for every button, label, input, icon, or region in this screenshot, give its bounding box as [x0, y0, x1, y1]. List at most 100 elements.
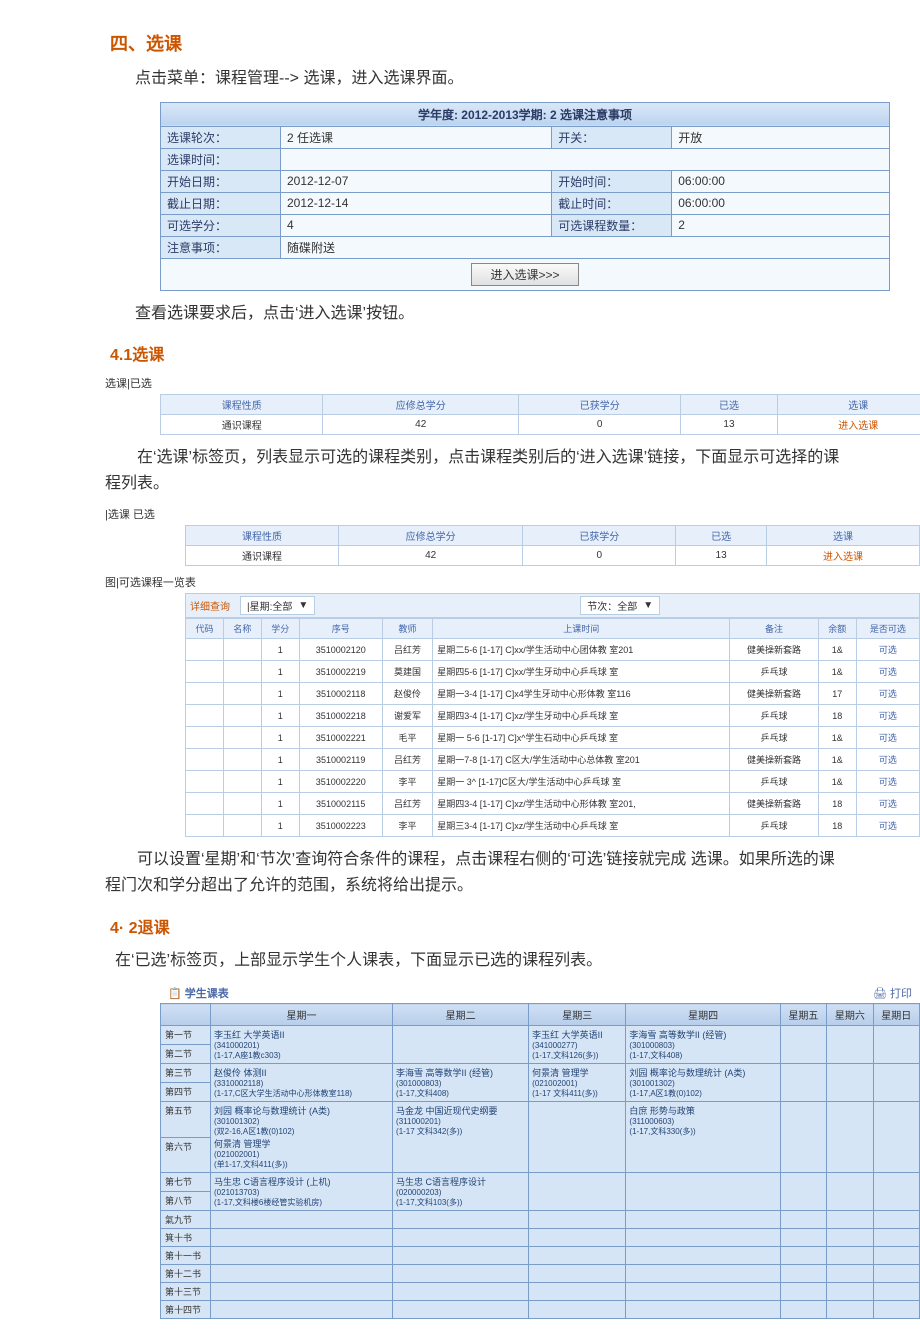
- cell-remain: 18: [818, 815, 856, 837]
- cell-time: 星期四3-4 [1-17] C]xz/学生活动中心形体教 室201,: [433, 793, 730, 815]
- timetable-cell: 马生忠 C语言程序设计(020000203)(1-17,文科103(多)): [393, 1173, 529, 1211]
- chevron-down-icon: ▼: [298, 600, 308, 611]
- intro-paragraph: 点击菜单：课程管理--> 选课，进入选课界面。: [50, 66, 870, 92]
- timetable-day-header: 星期六: [827, 1004, 873, 1026]
- select-link[interactable]: 可选: [856, 639, 919, 661]
- timetable-empty-cell: [393, 1301, 529, 1319]
- timetable-empty-cell: [873, 1064, 919, 1102]
- select-link[interactable]: 可选: [856, 793, 919, 815]
- timetable-empty-cell: [529, 1102, 626, 1173]
- timetable-cell: 李海雪 高等数学II (经管)(301000803)(1-17,文科408): [626, 1026, 780, 1064]
- cell-name: [223, 815, 261, 837]
- enter-select-link-2[interactable]: 进入选课: [823, 552, 863, 563]
- cell-teacher: 莫建国: [382, 661, 433, 683]
- timetable-empty-cell: [873, 1211, 919, 1229]
- cat-h1: 课程性质: [161, 395, 323, 415]
- cell-teacher: 李平: [382, 771, 433, 793]
- cell-seq: 3510002223: [299, 815, 382, 837]
- timetable-empty-cell: [393, 1247, 529, 1265]
- cell-seq: 3510002219: [299, 661, 382, 683]
- cell-credit: 1: [261, 793, 299, 815]
- category-table-2: 课程性质 应修总学分 已获学分 已选 选课 通识课程 42 0 13 进入选课: [185, 525, 920, 566]
- cell-time: 星期二5-6 [1-17] C]xx/学生活动中心团体教 室201: [433, 639, 730, 661]
- timetable-cell: 李玉红 大学英语II(341000277)(1-17,文科126(多)): [529, 1026, 626, 1064]
- timetable-empty-cell: [529, 1265, 626, 1283]
- timetable-empty-cell: [780, 1026, 826, 1064]
- print-button[interactable]: 打印: [873, 985, 912, 1001]
- timetable-empty-cell: [393, 1283, 529, 1301]
- cell-name: [223, 793, 261, 815]
- cell-credit: 1: [261, 705, 299, 727]
- category-table-1: 课程性质 应修总学分 已获学分 已选 选课 通识课程 42 0 13 进入选课: [160, 394, 920, 435]
- cell-credit: 1: [261, 727, 299, 749]
- table-row: 通识课程 42 0 13 进入选课: [161, 415, 920, 435]
- timetable-empty-cell: [626, 1283, 780, 1301]
- select-link[interactable]: 可选: [856, 727, 919, 749]
- ch-teacher: 教师: [382, 619, 433, 639]
- weekday-dropdown[interactable]: |星期:全部 ▼: [240, 596, 315, 615]
- cat-total: 42: [323, 415, 519, 435]
- timetable-empty-cell: [626, 1211, 780, 1229]
- timetable-period-label: 第二节: [161, 1045, 211, 1064]
- timetable-empty-cell: [393, 1026, 529, 1064]
- cell-teacher: 赵俊伶: [382, 683, 433, 705]
- timetable-empty-cell: [780, 1265, 826, 1283]
- table-row: 13510002119吕红芳星期一7-8 [1-17] C区大/学生活动中心总体…: [186, 749, 920, 771]
- cell-remain: 18: [818, 705, 856, 727]
- cell-time: 星期一7-8 [1-17] C区大/学生活动中心总体教 室201: [433, 749, 730, 771]
- ch-selectable: 是否可选: [856, 619, 919, 639]
- select-link[interactable]: 可选: [856, 661, 919, 683]
- timetable-empty-cell: [873, 1283, 919, 1301]
- timetable-empty-cell: [827, 1301, 873, 1319]
- info-header: 学年度: 2012-2013学期: 2 选课注意事项: [161, 102, 890, 126]
- cell-teacher: 吕红芳: [382, 793, 433, 815]
- cell-seq: 3510002218: [299, 705, 382, 727]
- timetable-empty-cell: [827, 1173, 873, 1211]
- val-end-date: 2012-12-14: [281, 192, 552, 214]
- timetable-empty-cell: [873, 1229, 919, 1247]
- cell-code: [186, 749, 224, 771]
- timetable-empty-cell: [626, 1265, 780, 1283]
- timetable-cell: 赵俊伶 体测II(3310002118)(1-17,C区大学生活动中心形体教室1…: [211, 1064, 393, 1102]
- timetable-empty-cell: [529, 1229, 626, 1247]
- select-link[interactable]: 可选: [856, 683, 919, 705]
- timetable-period-label: 第十二书: [161, 1265, 211, 1283]
- timetable-period-label: 第三节: [161, 1064, 211, 1083]
- cat2-selected: 13: [676, 546, 767, 566]
- tab-label-2: |选课 已选: [50, 506, 870, 522]
- timetable-empty-cell: [780, 1229, 826, 1247]
- select-link[interactable]: 可选: [856, 705, 919, 727]
- timetable-empty-cell: [873, 1102, 919, 1173]
- cell-remain: 18: [818, 793, 856, 815]
- timetable-empty-cell: [529, 1301, 626, 1319]
- enter-select-link[interactable]: 进入选课: [838, 421, 878, 432]
- timetable-empty-cell: [211, 1211, 393, 1229]
- cell-time: 星期四5-6 [1-17] C]xx/学生牙动中心乒乓球 室: [433, 661, 730, 683]
- enter-selection-button[interactable]: 进入选课>>>: [471, 263, 578, 286]
- select-link[interactable]: 可选: [856, 815, 919, 837]
- cell-name: [223, 661, 261, 683]
- table-row: 13510002115吕红芳星期四3-4 [1-17] C]xz/学生活动中心形…: [186, 793, 920, 815]
- detail-query-link[interactable]: 详细查询: [190, 598, 230, 613]
- timetable-day-header: 星期五: [780, 1004, 826, 1026]
- lbl-max-courses: 可选课程数量：: [552, 214, 672, 236]
- ch-seq: 序号: [299, 619, 382, 639]
- timetable-title: 学生课表: [168, 985, 229, 1001]
- ch-remark: 备注: [730, 619, 818, 639]
- weekday-dropdown-value: |星期:全部: [247, 598, 292, 613]
- lbl-max-credit: 可选学分：: [161, 214, 281, 236]
- cat2-h2: 应修总学分: [339, 526, 523, 546]
- timetable-empty-cell: [393, 1211, 529, 1229]
- cell-name: [223, 705, 261, 727]
- select-link[interactable]: 可选: [856, 771, 919, 793]
- ch-time: 上课时间: [433, 619, 730, 639]
- lbl-switch: 开关：: [552, 126, 672, 148]
- cell-teacher: 李平: [382, 815, 433, 837]
- select-link[interactable]: 可选: [856, 749, 919, 771]
- section-dropdown[interactable]: 节次：全部 ▼: [580, 596, 660, 615]
- val-switch: 开放: [672, 126, 890, 148]
- cell-remain: 1&: [818, 661, 856, 683]
- cell-remark: 健美操新套路: [730, 793, 818, 815]
- cell-remark: 乒乓球: [730, 815, 818, 837]
- cell-remain: 17: [818, 683, 856, 705]
